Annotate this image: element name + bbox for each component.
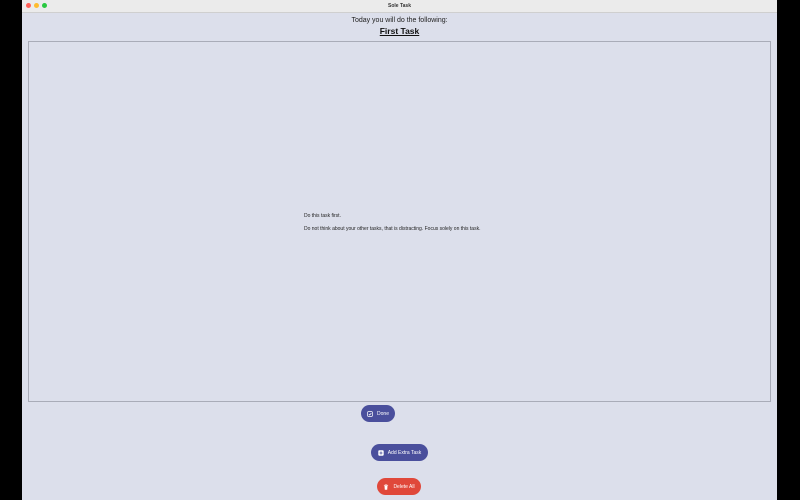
checkbox-icon — [367, 410, 373, 417]
task-description-line: Do not think about your other tasks, tha… — [304, 226, 481, 232]
task-prompt: Today you will do the following: — [351, 17, 448, 24]
window-title: Sole Task — [388, 3, 411, 9]
done-button[interactable]: Done — [361, 405, 395, 422]
plus-square-icon — [378, 449, 384, 456]
done-label: Done — [377, 410, 389, 417]
task-description-box: Do this task first. Do not think about y… — [28, 41, 771, 402]
delete-all-button[interactable]: Delete All — [377, 478, 421, 495]
trash-icon — [383, 483, 389, 490]
task-title: First Task — [379, 26, 420, 36]
add-extra-task-label: Add Extra Task — [387, 449, 422, 456]
task-description-line: Do this task first. — [304, 213, 341, 219]
add-extra-task-button[interactable]: Add Extra Task — [371, 444, 428, 461]
title-bar[interactable]: Sole Task — [22, 0, 777, 13]
app-window: Sole Task Today you will do the followin… — [22, 0, 777, 500]
delete-all-label: Delete All — [393, 483, 415, 490]
